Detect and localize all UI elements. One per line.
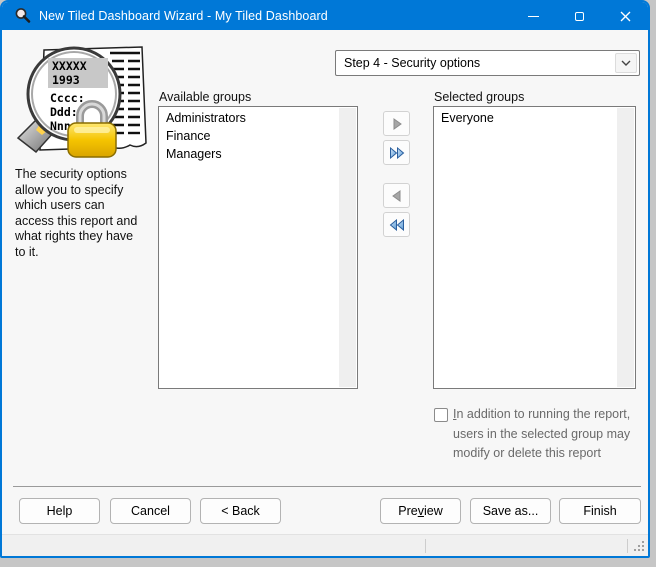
wizard-dialog: New Tiled Dashboard Wizard - My Tiled Da…: [0, 0, 650, 558]
lens-text-4: Ddd:: [50, 105, 78, 119]
checkbox-label-line: modify or delete this report: [453, 446, 601, 460]
description-line: what rights they have: [15, 229, 134, 243]
save-as-button[interactable]: Save as...: [470, 498, 551, 524]
description-line: which users can: [15, 198, 105, 212]
modify-permission-row: In addition to running the report, users…: [434, 405, 639, 464]
status-divider: [627, 539, 628, 553]
available-groups-label: Available groups: [159, 90, 252, 104]
selected-groups-listbox[interactable]: Everyone: [433, 106, 636, 389]
maximize-icon: [574, 11, 584, 21]
resize-grip-icon[interactable]: [632, 541, 644, 553]
lens-text-2: 1993: [52, 73, 80, 87]
back-button[interactable]: < Back: [200, 498, 281, 524]
help-button[interactable]: Help: [19, 498, 100, 524]
magnifier-app-icon: [15, 8, 31, 23]
step-selector-dropdown[interactable]: Step 4 - Security options: [335, 50, 640, 76]
description-line: The security options: [15, 167, 127, 181]
chevron-down-icon: [621, 60, 631, 66]
move-all-left-button[interactable]: [383, 212, 410, 237]
minimize-button[interactable]: [510, 2, 556, 30]
double-arrow-left-icon: [389, 218, 404, 231]
description-line: to it.: [15, 244, 39, 259]
double-arrow-right-icon: [389, 146, 404, 159]
arrow-right-icon: [393, 117, 402, 130]
list-item[interactable]: Administrators: [159, 109, 339, 127]
cancel-button[interactable]: Cancel: [110, 498, 191, 524]
minimize-icon: [527, 15, 539, 17]
list-item[interactable]: Managers: [159, 145, 339, 163]
move-right-button[interactable]: [383, 111, 410, 136]
close-button[interactable]: [602, 2, 648, 30]
report-security-illustration: XXXXX 1993 Cccc: Ddd: Nnnn: [16, 46, 147, 158]
scrollbar-track[interactable]: [617, 108, 634, 387]
move-left-button[interactable]: [383, 183, 410, 208]
status-bar: [2, 534, 648, 556]
list-item[interactable]: Finance: [159, 127, 339, 145]
titlebar: New Tiled Dashboard Wizard - My Tiled Da…: [2, 2, 648, 30]
maximize-button[interactable]: [556, 2, 602, 30]
preview-button[interactable]: Pre v iew: [380, 498, 461, 524]
checkbox-label-line: In addition to running the report,: [453, 407, 631, 421]
step-selector-value: Step 4 - Security options: [344, 56, 481, 70]
close-icon: [620, 11, 630, 21]
available-groups-listbox[interactable]: Administrators Finance Managers: [158, 106, 358, 389]
scrollbar-track[interactable]: [339, 108, 356, 387]
lens-text-3: Cccc:: [50, 91, 85, 105]
move-all-right-button[interactable]: [383, 140, 410, 165]
list-item[interactable]: Everyone: [434, 109, 617, 127]
modify-permission-label: In addition to running the report, users…: [453, 405, 639, 464]
dropdown-chevron-button[interactable]: [615, 53, 637, 73]
arrow-left-icon: [391, 189, 400, 202]
step-description: The security options allow you to specif…: [15, 167, 160, 260]
footer-separator: [13, 486, 641, 487]
description-line: allow you to specify: [15, 182, 124, 197]
checkbox-label-line: users in the selected group may: [453, 426, 631, 441]
lens-text-1: XXXXX: [52, 59, 87, 73]
status-divider: [425, 539, 426, 553]
selected-groups-label: Selected groups: [434, 90, 525, 104]
modify-permission-checkbox[interactable]: [434, 408, 448, 422]
window-title: New Tiled Dashboard Wizard - My Tiled Da…: [39, 9, 328, 23]
finish-button[interactable]: Finish: [559, 498, 641, 524]
description-line: access this report and: [15, 213, 138, 228]
